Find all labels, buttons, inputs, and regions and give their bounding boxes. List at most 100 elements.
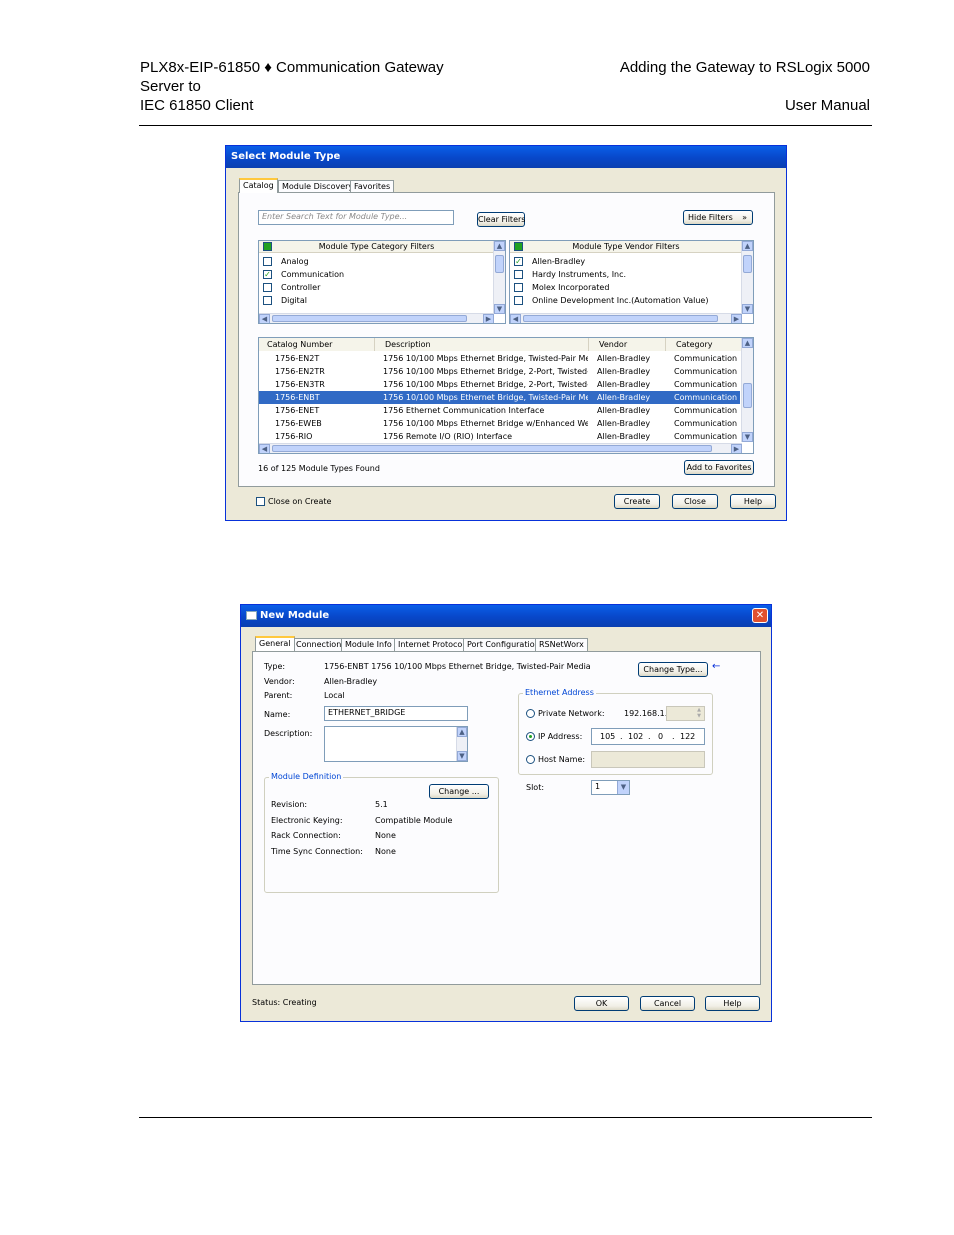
table-vscroll[interactable]: ▲ ▼ — [741, 338, 753, 442]
vendor-filter-header: Module Type Vendor Filters — [510, 241, 742, 253]
search-input[interactable]: Enter Search Text for Module Type... — [258, 210, 454, 225]
scroll-down-icon[interactable]: ▼ — [742, 304, 753, 314]
scroll-left-icon[interactable]: ◀ — [259, 444, 270, 453]
filter-checkbox[interactable]: ✓ — [514, 257, 523, 266]
scroll-thumb[interactable] — [743, 383, 752, 408]
host-name-input[interactable] — [591, 751, 705, 768]
help-button[interactable]: Help — [705, 996, 760, 1011]
ip-address-radio[interactable] — [526, 732, 535, 741]
create-button[interactable]: Create — [614, 494, 660, 509]
filter-checkbox[interactable] — [514, 270, 523, 279]
filter-checkbox[interactable] — [263, 283, 272, 292]
table-cell-vendor: Allen-Bradley — [597, 380, 651, 389]
table-row[interactable]: 1756-RIO 1756 Remote I/O (RIO) Interface A… — [259, 430, 740, 443]
filter-checkbox[interactable] — [514, 296, 523, 305]
column-vendor[interactable]: Vendor — [589, 338, 666, 351]
column-catalog-number[interactable]: Catalog Number — [259, 338, 375, 351]
scroll-thumb[interactable] — [743, 255, 752, 273]
vendor-select-all-checkbox[interactable] — [514, 242, 523, 251]
table-row[interactable]: 1756-ENBT 1756 10/100 Mbps Ethernet Bridg… — [259, 391, 740, 404]
scroll-right-icon[interactable]: ▶ — [483, 314, 494, 323]
clear-filters-button[interactable]: Clear Filters — [477, 212, 525, 227]
close-on-create-checkbox[interactable] — [256, 497, 265, 506]
cancel-button[interactable]: Cancel — [640, 996, 695, 1011]
module-type-table[interactable]: Catalog Number Description Vendor Catego… — [258, 337, 754, 454]
scroll-up-icon[interactable]: ▲ — [494, 241, 505, 251]
vendor-filter-item[interactable]: Molex Incorporated — [510, 282, 735, 295]
category-select-all-checkbox[interactable] — [263, 242, 272, 251]
scroll-up-icon[interactable]: ▲ — [742, 338, 753, 348]
category-vscroll[interactable]: ▲ ▼ — [493, 241, 505, 314]
category-filter-item[interactable]: Controller — [259, 282, 484, 295]
chevron-down-icon[interactable]: ▼ — [617, 781, 629, 794]
table-row[interactable]: 1756-EN2T 1756 10/100 Mbps Ethernet Bridg… — [259, 352, 740, 365]
host-name-radio[interactable] — [526, 755, 535, 764]
description-vscroll[interactable]: ▲ ▼ — [456, 727, 467, 761]
description-textarea[interactable]: ▲ ▼ — [324, 726, 468, 762]
tab-connection[interactable]: Connection — [292, 638, 346, 651]
category-filter-item[interactable]: Analog — [259, 256, 484, 269]
vendor-filter-list[interactable]: Module Type Vendor Filters ✓ Allen-Bradle… — [509, 240, 754, 324]
private-network-radio[interactable] — [526, 709, 535, 718]
private-network-octet[interactable]: ▲ ▼ — [666, 706, 705, 721]
scroll-left-icon[interactable]: ◀ — [510, 314, 521, 323]
category-hscroll[interactable]: ◀ ▶ — [259, 313, 494, 323]
category-filter-item[interactable]: Digital — [259, 295, 484, 308]
vendor-filter-item[interactable]: Hardy Instruments, Inc. — [510, 269, 735, 282]
help-button[interactable]: Help — [730, 494, 776, 509]
name-input[interactable]: ETHERNET_BRIDGE — [324, 706, 468, 721]
table-hscroll[interactable]: ◀ ▶ — [259, 443, 742, 453]
spinner-icon[interactable]: ▲ ▼ — [694, 707, 704, 720]
close-icon[interactable]: ✕ — [752, 608, 768, 623]
vendor-vscroll[interactable]: ▲ ▼ — [741, 241, 753, 314]
new-module-titlebar[interactable]: New Module ✕ — [241, 605, 771, 627]
scroll-up-icon[interactable]: ▲ — [457, 727, 467, 737]
table-cell-catalog: 1756-EN2T — [275, 354, 320, 363]
close-button[interactable]: Close — [672, 494, 718, 509]
filter-checkbox[interactable]: ✓ — [263, 270, 272, 279]
change-type-button[interactable]: Change Type... — [638, 662, 708, 677]
scroll-down-icon[interactable]: ▼ — [742, 432, 753, 442]
vendor-filter-item[interactable]: Online Development Inc.(Automation Value… — [510, 295, 735, 308]
table-row[interactable]: 1756-ENET 1756 Ethernet Communication Int… — [259, 404, 740, 417]
scroll-down-icon[interactable]: ▼ — [457, 751, 467, 761]
select-dialog-titlebar[interactable]: Select Module Type — [226, 146, 786, 168]
table-row[interactable]: 1756-EN3TR 1756 10/100 Mbps Ethernet Brid… — [259, 378, 740, 391]
slot-select[interactable]: 1 ▼ — [591, 780, 630, 795]
scroll-right-icon[interactable]: ▶ — [731, 314, 742, 323]
hscroll-thumb[interactable] — [272, 315, 467, 322]
scroll-thumb[interactable] — [495, 255, 504, 273]
tab-rsnetworx[interactable]: RSNetWorx — [535, 638, 588, 651]
add-to-favorites-button[interactable]: Add to Favorites — [684, 460, 754, 475]
scroll-down-icon[interactable]: ▼ — [494, 304, 505, 314]
table-row[interactable]: 1756-EN2TR 1756 10/100 Mbps Ethernet Brid… — [259, 365, 740, 378]
vendor-filter-item[interactable]: ✓ Allen-Bradley — [510, 256, 735, 269]
category-filter-list[interactable]: Module Type Category Filters Analog ✓ Comm… — [258, 240, 506, 324]
hscroll-thumb[interactable] — [272, 445, 712, 452]
vendor-hscroll[interactable]: ◀ ▶ — [510, 313, 742, 323]
filter-label: Molex Incorporated — [532, 283, 610, 292]
filter-checkbox[interactable] — [263, 257, 272, 266]
hide-filters-button[interactable]: Hide Filters » — [683, 210, 753, 225]
table-row[interactable]: 1756-EWEB 1756 10/100 Mbps Ethernet Bridg… — [259, 417, 740, 430]
scroll-up-icon[interactable]: ▲ — [742, 241, 753, 251]
ok-button[interactable]: OK — [574, 996, 629, 1011]
filter-checkbox[interactable] — [263, 296, 272, 305]
tab-general[interactable]: General — [255, 636, 295, 651]
column-category[interactable]: Category — [666, 338, 742, 351]
scroll-left-icon[interactable]: ◀ — [259, 314, 270, 323]
category-filter-item[interactable]: ✓ Communication — [259, 269, 484, 282]
ip-octet-4: 122 — [680, 732, 696, 741]
tab-internet-protocol[interactable]: Internet Protocol — [394, 638, 469, 651]
change-definition-button[interactable]: Change ... — [429, 784, 489, 799]
ip-octet-3: 0 — [658, 732, 664, 741]
tab-port-configuration[interactable]: Port Configuration — [463, 638, 544, 651]
scroll-right-icon[interactable]: ▶ — [731, 444, 742, 453]
hscroll-thumb[interactable] — [523, 315, 718, 322]
tab-module-info[interactable]: Module Info — [341, 638, 396, 651]
column-description[interactable]: Description — [375, 338, 589, 351]
slot-value: 1 — [595, 782, 601, 791]
tab-catalog[interactable]: Catalog — [239, 178, 278, 193]
filter-checkbox[interactable] — [514, 283, 523, 292]
ip-address-input[interactable]: 105 . 102 . 0 . 122 — [591, 728, 705, 745]
